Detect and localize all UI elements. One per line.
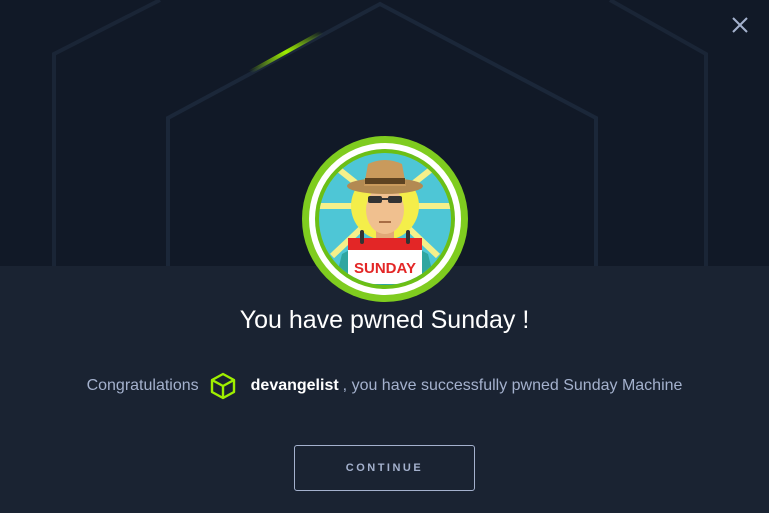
pwned-modal: SUNDAY You have pwned Sunday ! Congratul… [0,0,769,513]
calendar-label: SUNDAY [354,260,416,277]
pwned-title: You have pwned Sunday ! [239,306,530,334]
machine-avatar: SUNDAY [302,136,468,302]
congratulations-message: Congratulations devangelist , you have s… [0,372,769,400]
username-link[interactable]: devangelist [251,373,339,399]
continue-button[interactable]: CONTINUE [294,445,475,491]
cube-icon [209,372,237,400]
congrats-suffix: , you have successfully pwned Sunday Mac… [342,377,683,394]
congrats-prefix: Congratulations [86,377,199,394]
close-icon[interactable] [729,14,751,36]
